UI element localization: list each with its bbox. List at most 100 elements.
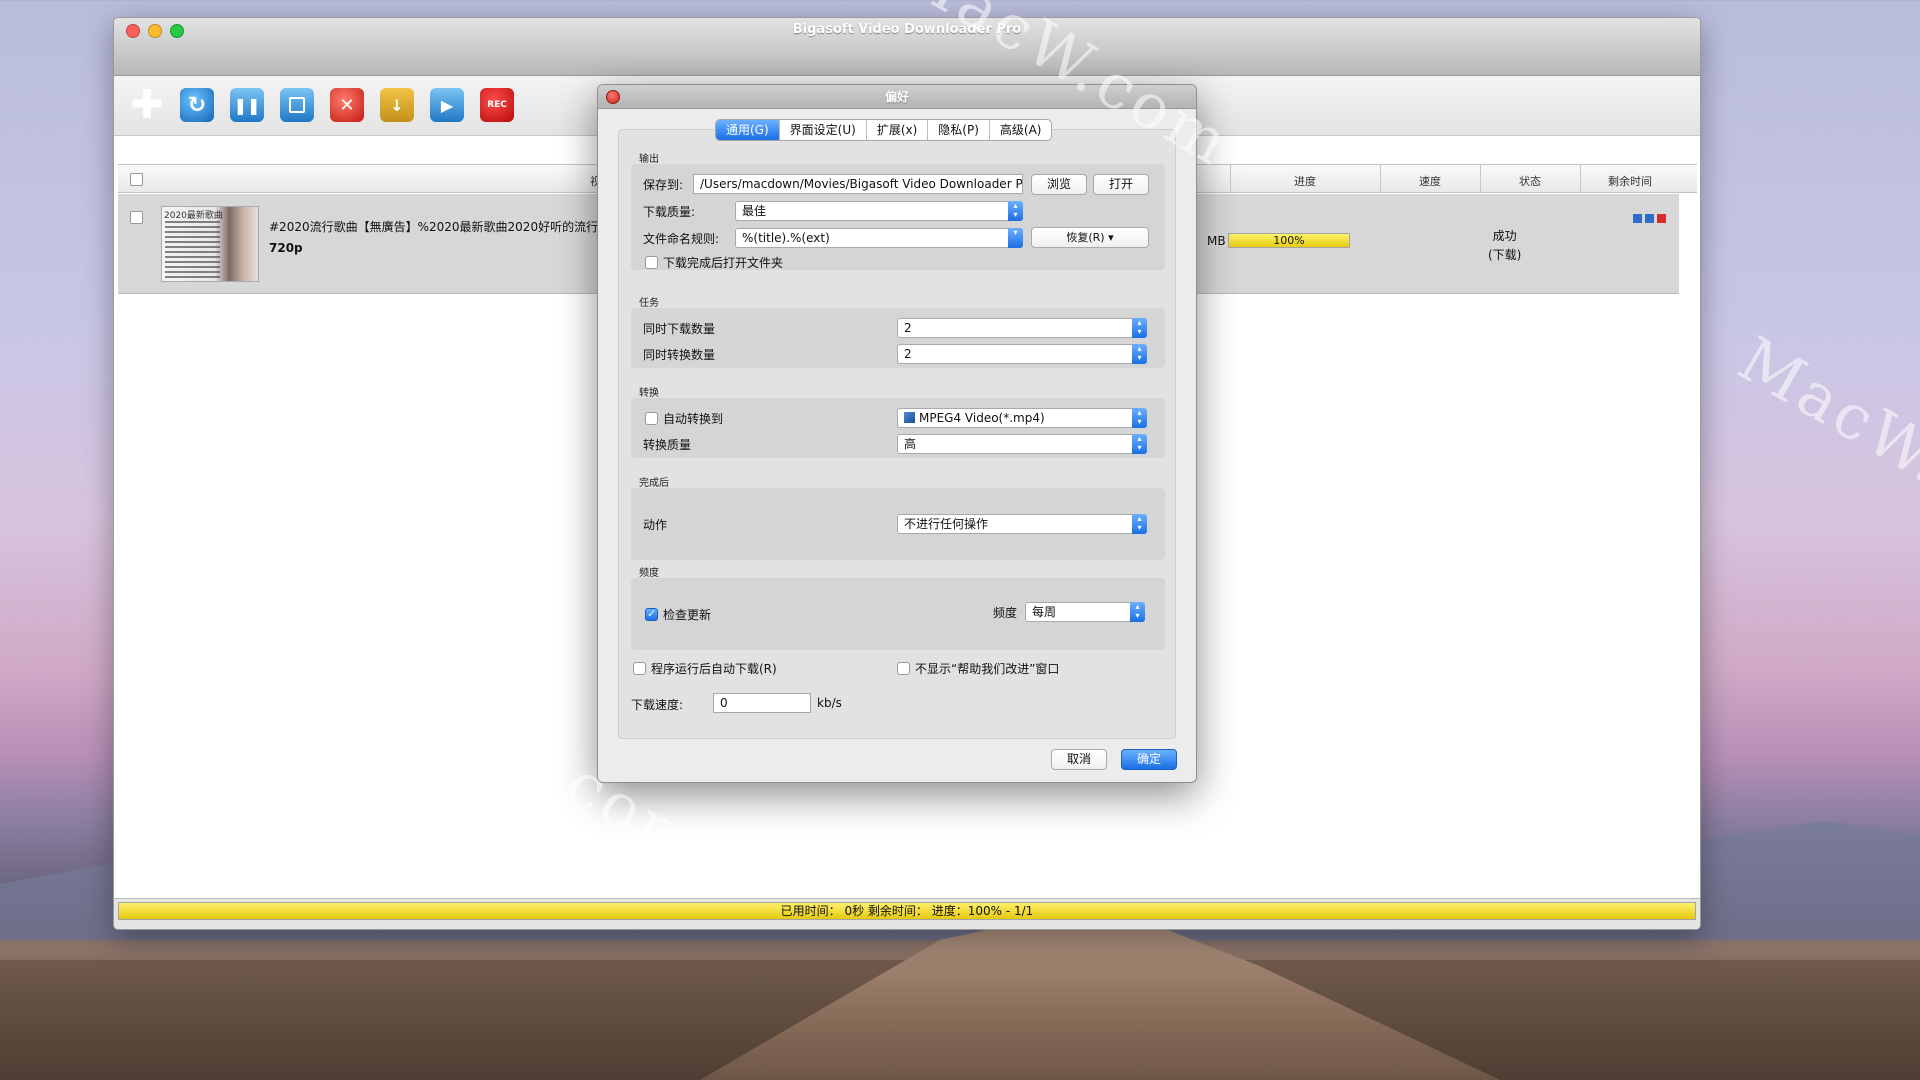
delete-button[interactable]: ✕ (330, 88, 364, 122)
chevron-updown-icon: ▴ ▾ (1130, 602, 1145, 622)
action-label: 动作 (643, 518, 668, 532)
download-quality-select[interactable]: 最佳 ▴ ▾ (735, 201, 1023, 221)
tab-advanced[interactable]: 高级(A) (990, 120, 1052, 140)
delete-icon: ✕ (339, 94, 355, 116)
concurrent-convert-stepper[interactable]: 2 ▴ ▾ (897, 344, 1147, 364)
header-speed[interactable]: 速度 (1380, 173, 1480, 189)
convert-group: 自动转换到 MPEG4 Video(*.mp4) ▴ ▾ 转换质量 高 ▴ ▾ (631, 398, 1165, 458)
action-select[interactable]: 不进行任何操作 ▴ ▾ (897, 514, 1147, 534)
concurrent-convert-value: 2 (904, 347, 912, 361)
restore-label: 恢复(R) (1066, 231, 1105, 244)
convert-format-value: MPEG4 Video(*.mp4) (919, 411, 1045, 425)
frequency-group: ✓ 检查更新 频度 每周 ▴ ▾ (631, 578, 1165, 650)
thumbnail-text-lines (165, 221, 220, 279)
video-title: #2020流行歌曲【無廣告】%2020最新歌曲2020好听的流行 (269, 220, 599, 234)
save-to-label: 保存到: (643, 178, 684, 192)
restore-button[interactable]: 恢复(R) ▾ (1031, 227, 1149, 248)
download-speed-unit: kb/s (817, 696, 842, 710)
section-convert: 转换 (639, 388, 659, 399)
ok-button[interactable]: 确定 (1121, 749, 1177, 770)
action-value: 不进行任何操作 (904, 517, 989, 531)
naming-rule-combo[interactable]: %(title).%(ext) ▾ (735, 228, 1023, 248)
task-group: 同时下载数量 2 ▴ ▾ 同时转换数量 2 ▴ ▾ (631, 308, 1165, 368)
chevron-down-icon: ▾ (1008, 228, 1023, 248)
row-actions (1633, 214, 1666, 223)
chevron-updown-icon: ▴ ▾ (1132, 514, 1147, 534)
check-update-label: 检查更新 (663, 608, 712, 622)
add-icon: ✚ (130, 82, 164, 128)
header-status[interactable]: 状态 (1480, 173, 1580, 189)
pause-icon: ❚❚ (233, 95, 261, 115)
video-format-icon (904, 412, 915, 423)
auto-convert-checkbox[interactable] (645, 412, 658, 425)
chevron-updown-icon: ▴ ▾ (1132, 344, 1147, 364)
stop-button[interactable] (280, 88, 314, 122)
progress-bar: 100% (1228, 233, 1350, 248)
video-thumbnail: 2020最新歌曲 (161, 206, 259, 282)
section-task: 任务 (639, 298, 659, 309)
convert-quality-select[interactable]: 高 ▴ ▾ (897, 434, 1147, 454)
chevron-updown-icon: ▴ ▾ (1132, 318, 1147, 338)
open-folder-checkbox[interactable] (645, 256, 658, 269)
browse-button[interactable]: 浏览 (1031, 174, 1087, 195)
add-button[interactable]: ✚ (130, 82, 164, 128)
naming-rule-label: 文件命名规则: (643, 232, 720, 246)
row-open-icon[interactable] (1645, 214, 1654, 223)
video-size: MB (1207, 234, 1226, 248)
select-all-checkbox[interactable] (130, 173, 143, 186)
open-folder-label: 下载完成后打开文件夹 (663, 256, 784, 270)
header-progress[interactable]: 进度 (1230, 173, 1380, 189)
progress-value: 100% (1273, 234, 1305, 247)
auto-convert-label: 自动转换到 (663, 412, 724, 426)
concurrent-convert-label: 同时转换数量 (643, 348, 716, 362)
header-remaining[interactable]: 剩余时间 (1580, 173, 1680, 189)
download-quality-value: 最佳 (742, 204, 767, 218)
convert-format-select[interactable]: MPEG4 Video(*.mp4) ▴ ▾ (897, 408, 1147, 428)
concurrent-download-value: 2 (904, 321, 912, 335)
auto-download-checkbox[interactable] (633, 662, 646, 675)
output-group: 保存到: /Users/macdown/Movies/Bigasoft Vide… (631, 164, 1165, 270)
hide-help-label: 不显示“帮助我们改进”窗口 (915, 662, 1060, 676)
chevron-updown-icon: ▴ ▾ (1008, 201, 1023, 221)
pause-button[interactable]: ❚❚ (230, 88, 264, 122)
status-bar-text: 已用时间： 0秒 剩余时间： 进度：100% - 1/1 (780, 904, 1034, 918)
refresh-icon: ↻ (187, 92, 207, 118)
download-speed-input[interactable]: 0 (713, 693, 811, 713)
dialog-title: 偏好 (884, 90, 909, 104)
section-after: 完成后 (639, 478, 669, 489)
check-update-checkbox[interactable]: ✓ (645, 608, 658, 621)
record-button[interactable]: REC (480, 88, 514, 122)
preferences-dialog: 偏好 通用(G) 界面设定(U) 扩展(x) 隐私(P) 高级(A) 输出 保存… (597, 84, 1197, 783)
convert-quality-label: 转换质量 (643, 438, 692, 452)
download-quality-label: 下载质量: (643, 205, 696, 219)
after-group: 动作 不进行任何操作 ▴ ▾ (631, 488, 1165, 560)
concurrent-download-stepper[interactable]: 2 ▴ ▾ (897, 318, 1147, 338)
row-checkbox[interactable] (130, 211, 143, 224)
refresh-button[interactable]: ↻ (180, 88, 214, 122)
status-cell: 成功 (下载) (1488, 227, 1521, 265)
tab-privacy[interactable]: 隐私(P) (928, 120, 990, 140)
auto-download-label: 程序运行后自动下载(R) (651, 662, 777, 676)
open-folder-button[interactable]: ↓ (380, 88, 414, 122)
save-path-field[interactable]: /Users/macdown/Movies/Bigasoft Video Dow… (693, 174, 1023, 194)
thumbnail-caption: 2020最新歌曲 (164, 211, 223, 221)
section-output: 输出 (639, 154, 659, 165)
video-resolution: 720p (269, 241, 303, 255)
dialog-titlebar: 偏好 (598, 85, 1196, 109)
cancel-button[interactable]: 取消 (1051, 749, 1107, 770)
tab-interface[interactable]: 界面设定(U) (780, 120, 867, 140)
open-button[interactable]: 打开 (1093, 174, 1149, 195)
watermark: MacW.com (1726, 322, 1920, 571)
tab-extension[interactable]: 扩展(x) (867, 120, 929, 140)
play-button[interactable]: ▶ (430, 88, 464, 122)
status-subtext: (下载) (1488, 248, 1522, 262)
frequency-select[interactable]: 每周 ▴ ▾ (1025, 602, 1145, 622)
dialog-close-button[interactable] (606, 90, 620, 104)
tab-general[interactable]: 通用(G) (716, 120, 780, 140)
frequency-label: 频度 (993, 606, 1018, 620)
hide-help-checkbox[interactable] (897, 662, 910, 675)
row-remove-icon[interactable] (1657, 214, 1666, 223)
download-speed-label: 下载速度: (631, 698, 684, 712)
row-info-icon[interactable] (1633, 214, 1642, 223)
status-bar: 已用时间： 0秒 剩余时间： 进度：100% - 1/1 (118, 902, 1696, 920)
